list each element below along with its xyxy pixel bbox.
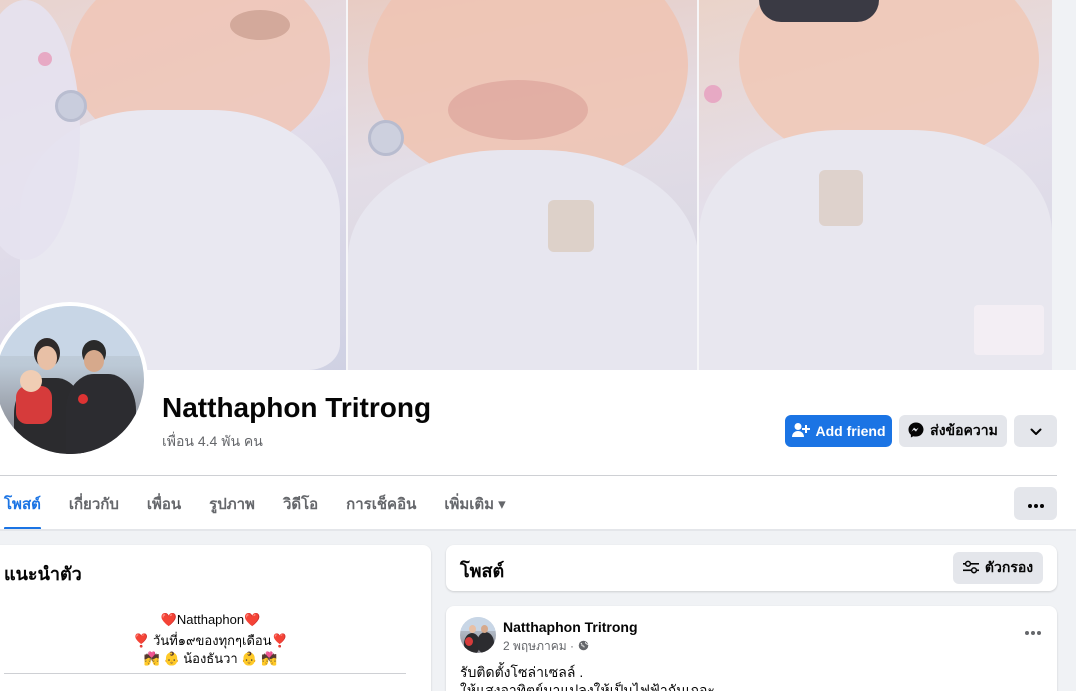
intro-divider bbox=[4, 673, 406, 674]
tab-more[interactable]: เพิ่มเติม ▾ bbox=[444, 480, 505, 528]
message-button[interactable]: ส่งข้อความ bbox=[899, 415, 1007, 447]
post-author-avatar[interactable] bbox=[460, 617, 496, 653]
more-options-button[interactable] bbox=[1014, 415, 1057, 447]
profile-name: Natthaphon Tritrong bbox=[162, 392, 432, 423]
post-text-line: ให้แสงอาทิตย์มาแปลงให้เป็นไฟฟ้ากันเถอะ bbox=[460, 682, 715, 691]
person-add-icon bbox=[791, 422, 810, 441]
post-card: Natthaphon Tritrong 2 พฤษภาคม · รับติดตั… bbox=[446, 606, 1057, 691]
filter-button[interactable]: ตัวกรอง bbox=[953, 552, 1043, 584]
intro-card: แนะนำตัว ❤️Natthaphon❤️ ❣️ วันที่๑๙ของทุ… bbox=[0, 545, 431, 691]
cover-photo-panel-3 bbox=[699, 0, 1052, 370]
messenger-icon bbox=[908, 422, 924, 441]
more-horizontal-icon bbox=[1027, 495, 1044, 513]
page-margin bbox=[1052, 0, 1076, 370]
post-options-button[interactable] bbox=[1025, 622, 1041, 640]
cover-photo-panel-2 bbox=[348, 0, 698, 370]
posts-title: โพสต์ bbox=[460, 561, 505, 581]
add-friend-label: Add friend bbox=[815, 423, 886, 439]
add-friend-button[interactable]: Add friend bbox=[785, 415, 892, 447]
tab-about[interactable]: เกี่ยวกับ bbox=[69, 480, 119, 528]
sliders-icon bbox=[962, 560, 979, 577]
friends-count[interactable]: เพื่อน 4.4 พัน คน bbox=[162, 431, 263, 453]
header-shadow bbox=[0, 529, 1076, 531]
bio-line: ❤️Natthaphon❤️ bbox=[160, 612, 261, 627]
filter-label: ตัวกรอง bbox=[984, 559, 1034, 575]
tab-videos[interactable]: วิดีโอ bbox=[283, 480, 318, 528]
profile-menu-button[interactable] bbox=[1014, 487, 1057, 520]
profile-tabs: โพสต์ เกี่ยวกับ เพื่อน รูปภาพ วิดีโอ การ… bbox=[0, 480, 506, 530]
posts-header-card: โพสต์ ตัวกรอง bbox=[446, 545, 1057, 591]
post-author-name[interactable]: Natthaphon Tritrong bbox=[503, 619, 638, 635]
post-date[interactable]: 2 พฤษภาคม · bbox=[503, 637, 574, 656]
header-divider bbox=[0, 475, 1057, 476]
bio-line: 💏 👶 น้องธันวา 👶 💏 bbox=[143, 651, 278, 666]
tab-posts[interactable]: โพสต์ bbox=[4, 480, 41, 530]
cover-photo[interactable] bbox=[0, 0, 1052, 370]
tab-checkins[interactable]: การเช็คอิน bbox=[346, 480, 416, 528]
post-meta: 2 พฤษภาคม · bbox=[503, 637, 589, 656]
chevron-down-icon bbox=[1030, 423, 1042, 439]
more-horizontal-icon bbox=[1025, 622, 1041, 639]
tab-friends[interactable]: เพื่อน bbox=[147, 480, 181, 528]
profile-avatar[interactable] bbox=[0, 306, 144, 454]
globe-icon bbox=[578, 640, 589, 654]
intro-title: แนะนำตัว bbox=[4, 564, 82, 584]
message-label: ส่งข้อความ bbox=[930, 422, 998, 438]
tab-photos[interactable]: รูปภาพ bbox=[209, 480, 255, 528]
